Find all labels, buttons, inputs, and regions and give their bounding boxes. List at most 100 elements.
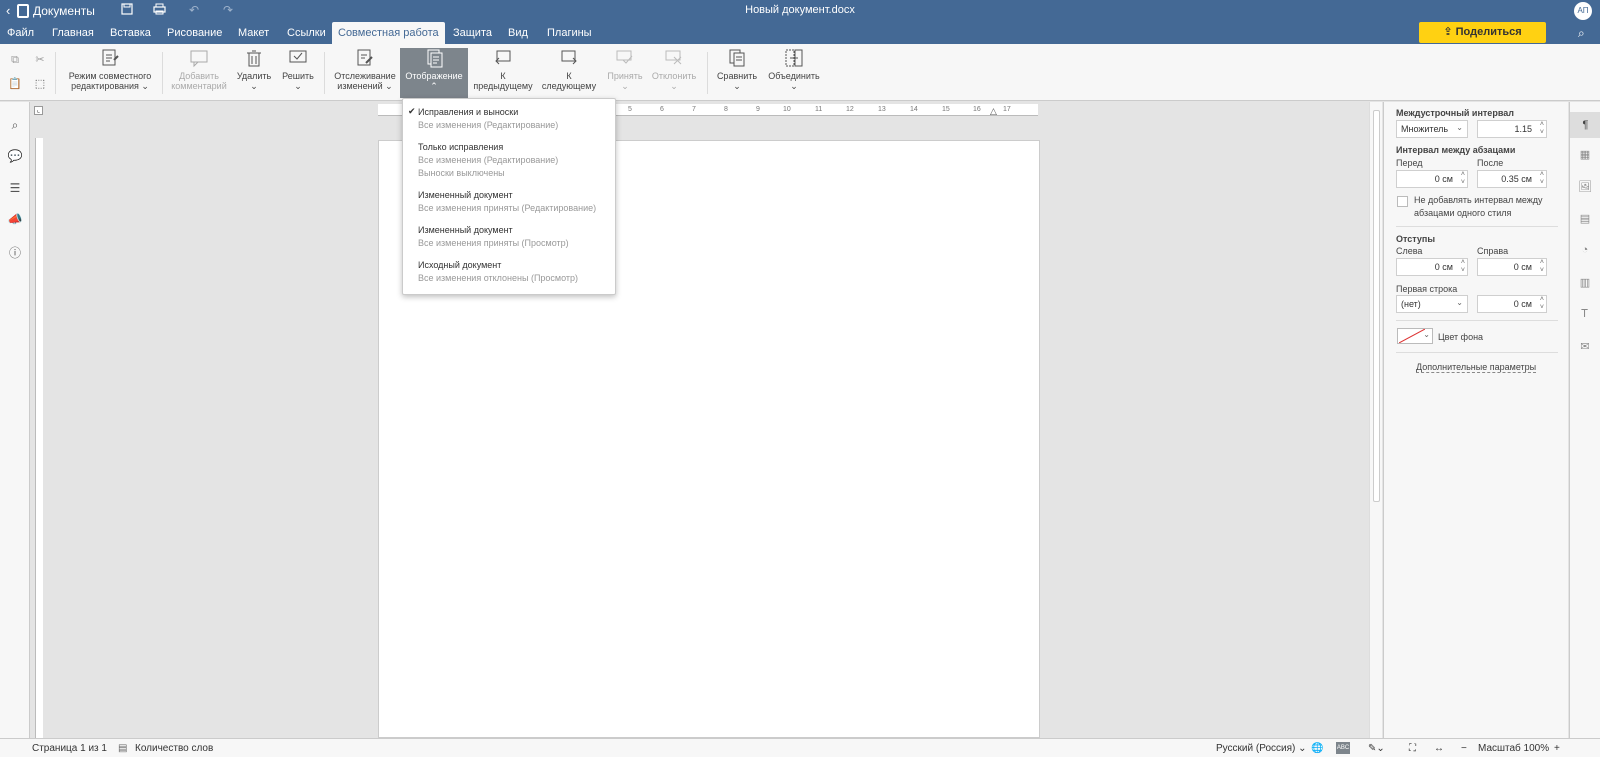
trash-icon: [244, 48, 264, 68]
spin-arrows-icon[interactable]: ˄ ˅: [1540, 296, 1544, 312]
fit-width-icon[interactable]: ↔: [1434, 743, 1444, 754]
spacing-before-input[interactable]: 0 см ˄ ˅: [1396, 170, 1468, 188]
reject-button[interactable]: Отклонить ⌄: [649, 48, 699, 98]
line-spacing-value-input[interactable]: 1.15 ˄ ˅: [1477, 120, 1547, 138]
first-line-type-select[interactable]: (нет) ⌄: [1396, 295, 1468, 313]
tab-home[interactable]: Главная: [46, 22, 100, 44]
right-indent-input[interactable]: 0 см ˄ ˅: [1477, 258, 1547, 276]
separator: [162, 52, 163, 94]
header-footer-settings-icon[interactable]: ▤: [1577, 212, 1593, 228]
chart-settings-icon[interactable]: ▥: [1577, 276, 1593, 292]
compare-button[interactable]: Сравнить ⌄: [714, 48, 760, 98]
ruler-tick: 11: [815, 106, 823, 113]
tab-references[interactable]: Ссылки: [281, 22, 332, 44]
first-line-value: 0 см: [1513, 299, 1532, 309]
word-count-button[interactable]: Количество слов: [135, 743, 213, 754]
spin-arrows-icon[interactable]: ˄ ˅: [1461, 171, 1465, 187]
tab-collaboration[interactable]: Совместная работа: [332, 22, 445, 44]
navigation-icon[interactable]: ☰: [7, 181, 23, 197]
spin-arrows-icon[interactable]: ˄ ˅: [1540, 121, 1544, 137]
compare-label: Сравнить: [716, 71, 758, 81]
line-spacing-type-select[interactable]: Множитель ⌄: [1396, 120, 1468, 138]
previous-change-button[interactable]: К предыдущему: [470, 48, 536, 98]
zoom-level[interactable]: Масштаб 100%: [1478, 743, 1549, 754]
document-language-icon[interactable]: 🌐: [1311, 743, 1323, 754]
paste-icon[interactable]: 📋: [6, 75, 24, 93]
track-changes-status-icon[interactable]: ✎⌄: [1368, 743, 1385, 754]
menu-item-subtitle: Все изменения (Редактирование): [418, 120, 559, 130]
first-line-label: Первая строка: [1396, 284, 1458, 294]
menu-item-title: Измененный документ: [418, 190, 513, 200]
paragraph-settings-icon[interactable]: ¶: [1570, 112, 1600, 138]
background-color-picker[interactable]: ⌄: [1397, 328, 1433, 344]
user-avatar[interactable]: АП: [1574, 2, 1592, 20]
spin-arrows-icon[interactable]: ˄ ˅: [1540, 171, 1544, 187]
tab-view[interactable]: Вид: [502, 22, 534, 44]
fit-page-icon[interactable]: ⛶: [1409, 743, 1416, 754]
tab-insert[interactable]: Вставка: [104, 22, 157, 44]
image-settings-icon[interactable]: 🖼: [1577, 180, 1593, 196]
coediting-mode-button[interactable]: Режим совместного редактирования ⌄: [62, 48, 158, 98]
left-indent-input[interactable]: 0 см ˄ ˅: [1396, 258, 1468, 276]
add-comment-button[interactable]: Добавить комментарий: [168, 48, 230, 98]
textart-settings-icon[interactable]: Ꭲ: [1577, 308, 1593, 324]
advanced-settings-link[interactable]: Дополнительные параметры: [1416, 362, 1537, 373]
chevron-down-icon: ⌄: [1456, 298, 1463, 307]
comments-icon[interactable]: 💬: [7, 149, 23, 165]
resolve-button[interactable]: Решить ⌄: [278, 48, 318, 98]
combine-label: Объединить: [768, 71, 820, 81]
track-changes-label-1: Отслеживание: [334, 71, 396, 81]
about-icon[interactable]: ⓘ: [7, 244, 23, 260]
copy-icon[interactable]: ⧉: [6, 51, 24, 69]
reject-label: Отклонить: [651, 71, 697, 81]
tab-selector[interactable]: ⌞: [34, 106, 43, 115]
select-all-icon[interactable]: ⬚: [31, 75, 49, 93]
right-indent-marker[interactable]: △: [990, 106, 997, 117]
tab-layout[interactable]: Макет: [232, 22, 275, 44]
compare-icon: [727, 48, 747, 68]
find-icon[interactable]: ⌕: [7, 118, 23, 134]
spin-arrows-icon[interactable]: ˄ ˅: [1540, 259, 1544, 275]
menu-item-final-edit[interactable]: Измененный документ Все изменения принят…: [403, 189, 615, 215]
menu-item-final-view[interactable]: Измененный документ Все изменения принят…: [403, 224, 615, 250]
mail-merge-icon[interactable]: ✉: [1577, 340, 1593, 356]
display-mode-button[interactable]: Отображение ⌃: [400, 48, 468, 98]
table-settings-icon[interactable]: ▦: [1577, 148, 1593, 164]
zoom-in-icon[interactable]: +: [1554, 743, 1560, 754]
zoom-out-icon[interactable]: −: [1461, 743, 1467, 754]
no-space-same-style-checkbox[interactable]: [1397, 196, 1408, 207]
feedback-icon[interactable]: 📣: [7, 212, 23, 228]
cut-icon[interactable]: ✂: [31, 51, 49, 69]
document-title: Новый документ.docx: [745, 4, 855, 16]
vertical-scrollbar[interactable]: [1369, 102, 1382, 738]
tab-file[interactable]: Файл: [1, 22, 40, 44]
first-line-value-input[interactable]: 0 см ˄ ˅: [1477, 295, 1547, 313]
shape-settings-icon[interactable]: ◔: [1577, 244, 1593, 260]
menu-item-title: Измененный документ: [418, 225, 513, 235]
spin-arrows-icon[interactable]: ˄ ˅: [1461, 259, 1465, 275]
delete-button[interactable]: Удалить ⌄: [234, 48, 274, 98]
tab-draw[interactable]: Рисование: [161, 22, 228, 44]
tab-protection[interactable]: Защита: [447, 22, 498, 44]
spellcheck-icon[interactable]: ABC: [1336, 742, 1350, 754]
language-select[interactable]: Русский (Россия) ⌄: [1216, 743, 1307, 754]
share-button[interactable]: ⇪ Поделиться: [1419, 22, 1546, 43]
combine-button[interactable]: Объединить ⌄: [764, 48, 824, 98]
menu-item-markup-only[interactable]: Только исправления Все изменения (Редакт…: [403, 141, 615, 180]
paragraph-spacing-label: Интервал между абзацами: [1396, 145, 1516, 155]
accept-button[interactable]: Принять ⌄: [603, 48, 647, 98]
tab-plugins[interactable]: Плагины: [541, 22, 598, 44]
menu-item-original[interactable]: Исходный документ Все изменения отклонен…: [403, 259, 615, 285]
word-count-icon: ▤: [118, 743, 128, 754]
display-mode-menu: ✔ Исправления и выноски Все изменения (Р…: [402, 98, 616, 295]
next-change-button[interactable]: К следующему: [537, 48, 601, 98]
search-icon[interactable]: ⌕: [1578, 26, 1585, 41]
resolve-label: Решить: [282, 71, 314, 81]
menu-item-markup-balloons[interactable]: ✔ Исправления и выноски Все изменения (Р…: [403, 106, 615, 132]
spacing-after-value: 0.35 см: [1501, 174, 1532, 184]
page-indicator[interactable]: Страница 1 из 1: [32, 743, 107, 754]
track-changes-button[interactable]: Отслеживание изменений ⌄: [330, 48, 400, 98]
scrollbar-thumb[interactable]: [1373, 110, 1380, 502]
spacing-after-input[interactable]: 0.35 см ˄ ˅: [1477, 170, 1547, 188]
checkmark-icon: ✔: [408, 106, 416, 116]
